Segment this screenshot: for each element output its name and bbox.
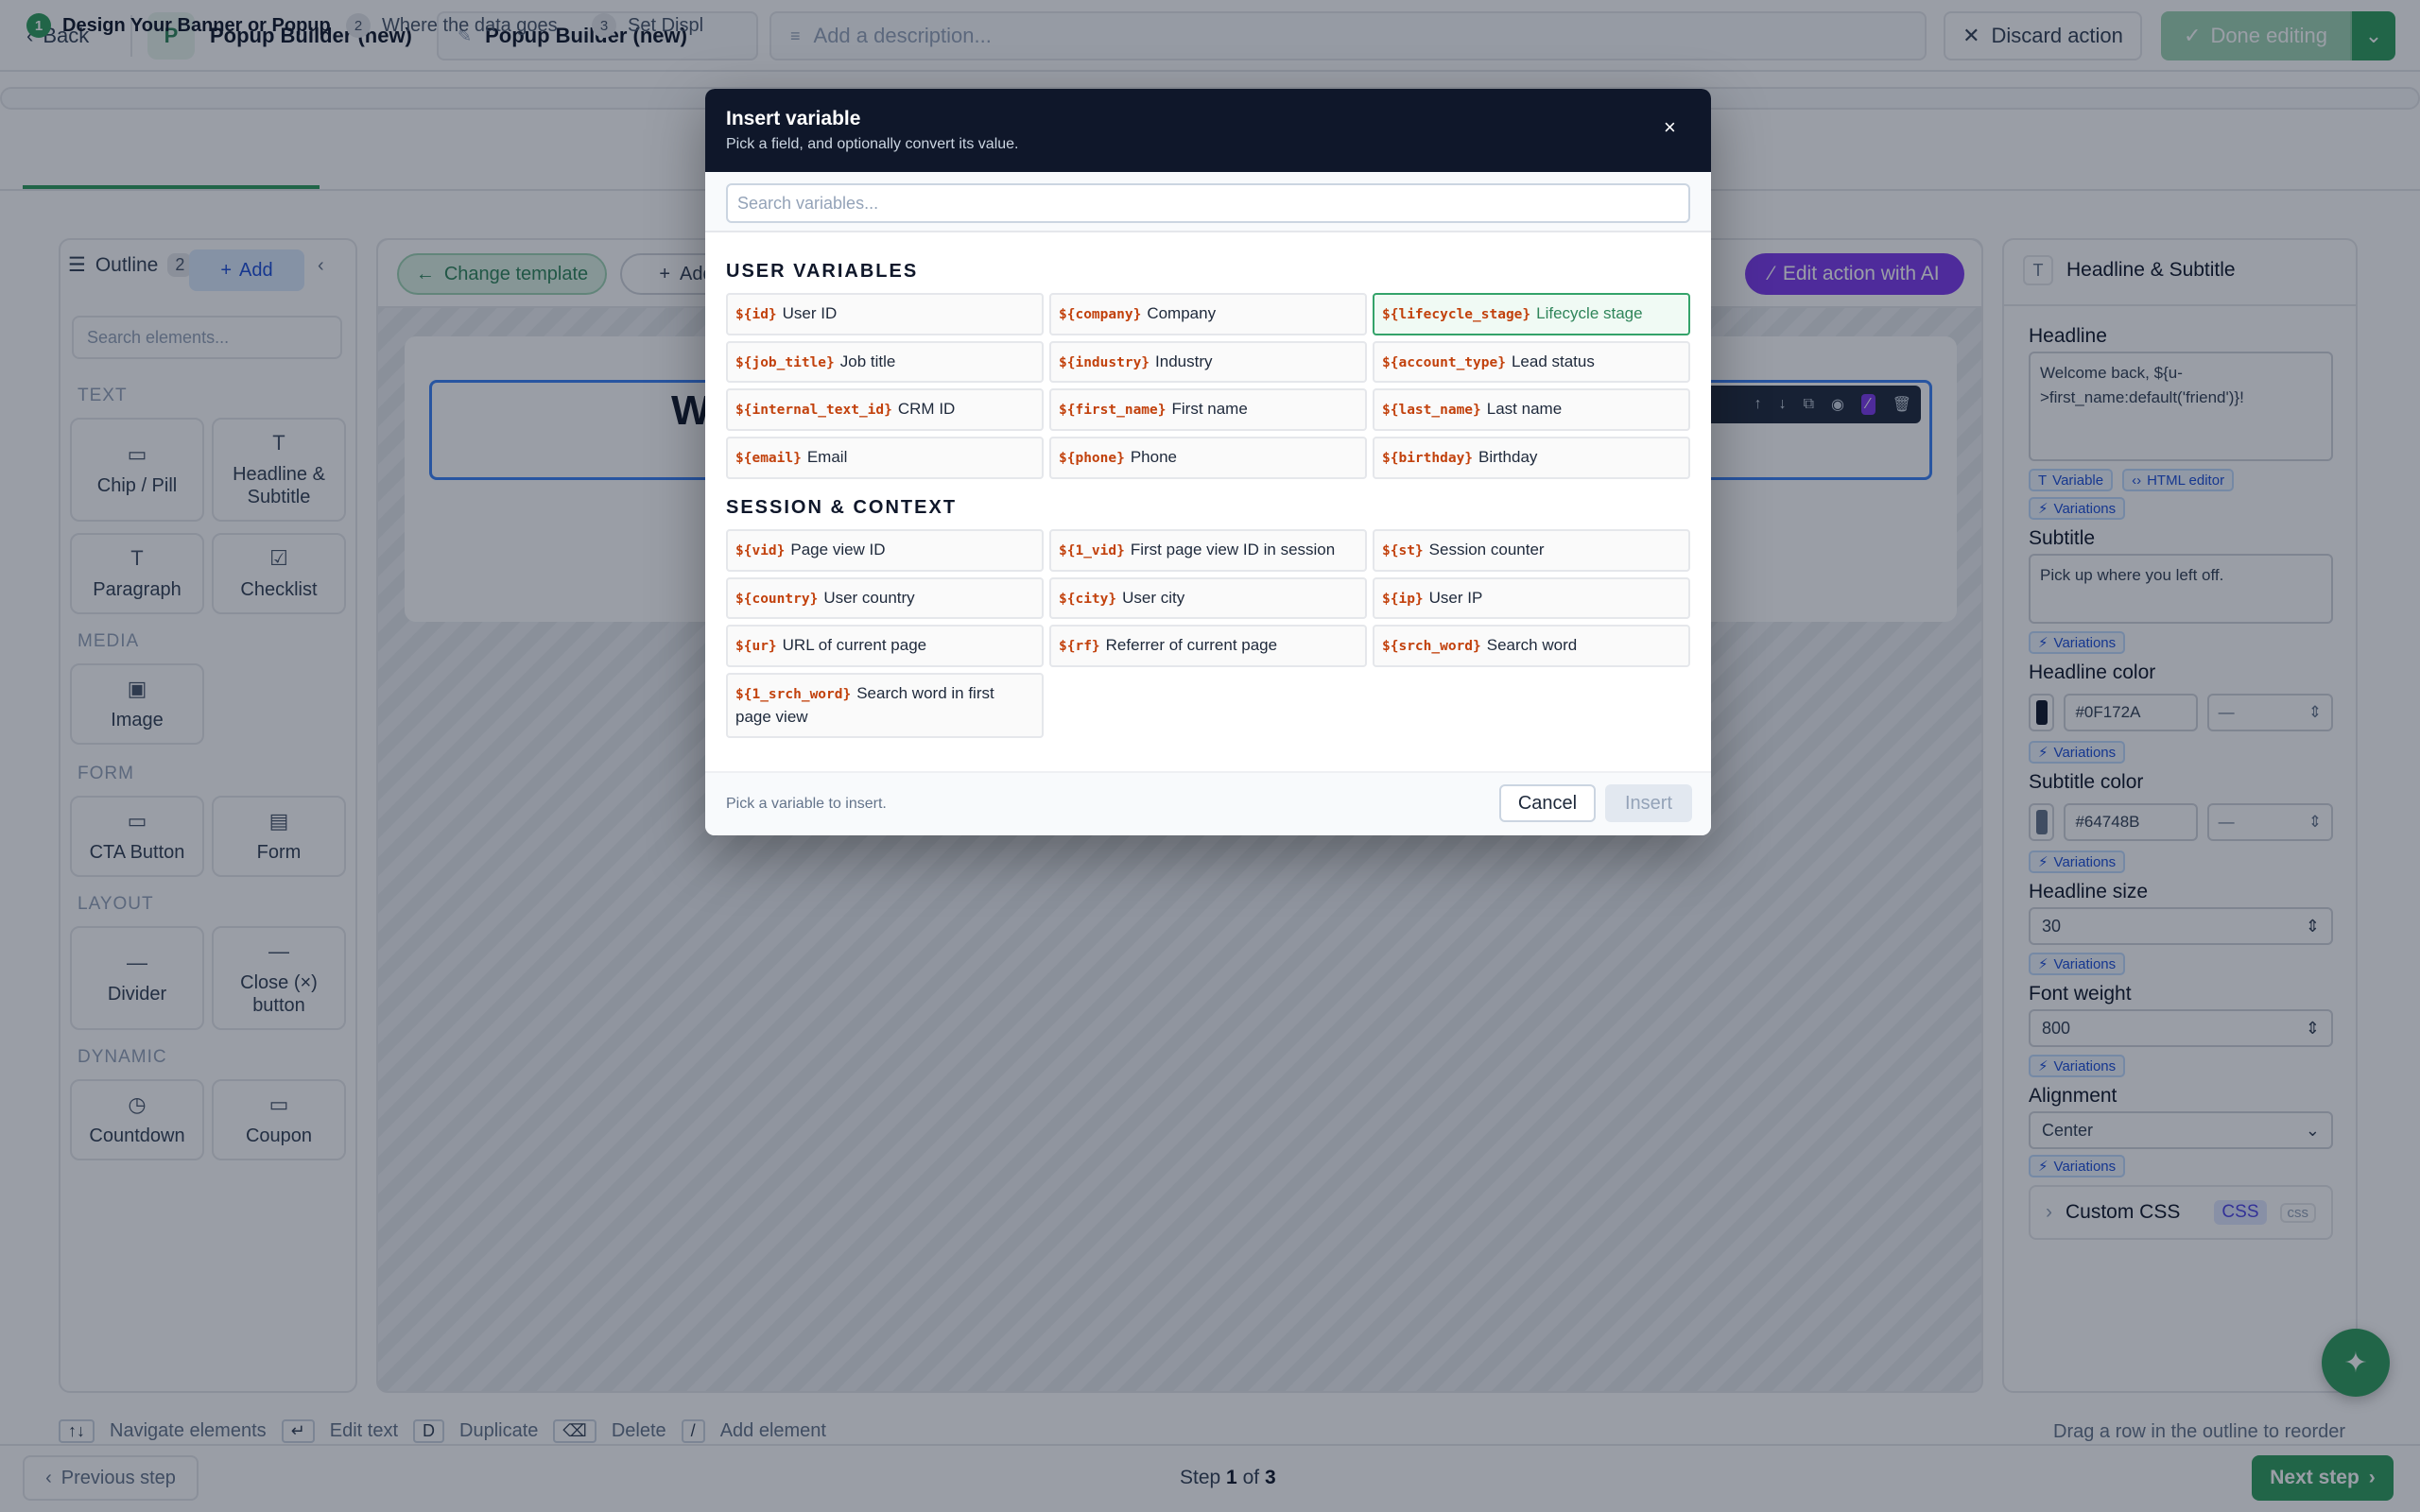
cancel-button[interactable]: Cancel xyxy=(1499,784,1596,822)
variable-token: ${ip} xyxy=(1382,591,1424,607)
variable-token: ${1_vid} xyxy=(1059,543,1125,558)
variable-option[interactable]: ${st} Session counter xyxy=(1373,529,1690,572)
session-variable-grid: ${vid} Page view ID ${1_vid} First page vi… xyxy=(726,529,1694,739)
variable-option[interactable]: ${id} User ID xyxy=(726,293,1044,335)
variable-label: Lead status xyxy=(1511,352,1595,370)
variable-option[interactable]: ${first_name} First name xyxy=(1049,388,1367,431)
variable-label: Company xyxy=(1147,304,1217,322)
variable-label: Referrer of current page xyxy=(1105,636,1278,655)
variable-option[interactable]: ${job_title} Job title xyxy=(726,340,1044,384)
variable-token: ${email} xyxy=(735,450,802,466)
variable-token: ${phone} xyxy=(1059,450,1125,466)
variable-label: Search word xyxy=(1486,636,1578,655)
section-title-user: USER VARIABLES xyxy=(726,261,919,282)
insert-button[interactable]: Insert xyxy=(1605,784,1692,822)
dialog-title: Insert variable xyxy=(726,108,861,129)
variable-label: User city xyxy=(1122,588,1185,607)
variable-option[interactable]: ${birthday} Birthday xyxy=(1373,436,1690,479)
variable-option[interactable]: ${email} Email xyxy=(726,436,1044,479)
insert-variable-dialog: Insert variable Pick a field, and option… xyxy=(705,89,1711,835)
variable-label: Job title xyxy=(839,352,896,370)
variable-label: Lifecycle stage xyxy=(1536,304,1643,322)
close-icon: × xyxy=(1664,115,1676,139)
variable-option[interactable]: ${ur} URL of current page xyxy=(726,625,1044,667)
variable-token: ${rf} xyxy=(1059,639,1100,655)
variable-option[interactable]: ${company} Company xyxy=(1049,293,1367,335)
variable-token: ${job_title} xyxy=(735,354,835,370)
variable-label: Last name xyxy=(1486,400,1563,419)
variable-label: User IP xyxy=(1428,588,1483,607)
variable-label: Page view ID xyxy=(790,541,886,558)
variable-token: ${birthday} xyxy=(1382,450,1474,466)
variable-label: URL of current page xyxy=(782,636,927,655)
variable-label: Session counter xyxy=(1428,541,1545,558)
variable-option[interactable]: ${ip} User IP xyxy=(1373,576,1690,620)
dialog-subtitle: Pick a field, and optionally convert its… xyxy=(726,136,1019,152)
dialog-header xyxy=(705,89,1711,172)
variable-token: ${st} xyxy=(1382,543,1424,558)
user-variable-grid: ${id} User ID ${company} Company ${lifecyc… xyxy=(726,293,1694,479)
variable-label: First name xyxy=(1171,400,1248,419)
variable-option[interactable]: ${1_vid} First page view ID in session xyxy=(1049,529,1367,572)
variable-token: ${srch_word} xyxy=(1382,639,1481,655)
variable-token: ${ur} xyxy=(735,639,777,655)
variable-label: Phone xyxy=(1130,447,1178,466)
variable-option[interactable]: ${country} User country xyxy=(726,576,1044,620)
variable-token: ${lifecycle_stage} xyxy=(1382,307,1531,322)
section-title-session: SESSION & CONTEXT xyxy=(726,497,958,518)
variable-token: ${company} xyxy=(1059,307,1142,322)
variable-token: ${industry} xyxy=(1059,354,1150,370)
variable-token: ${city} xyxy=(1059,591,1117,607)
variable-label: Birthday xyxy=(1478,447,1538,466)
variable-option[interactable]: ${srch_word} Search word xyxy=(1373,625,1690,667)
variable-option-selected[interactable]: ${lifecycle_stage} Lifecycle stage xyxy=(1373,293,1690,335)
variable-option[interactable]: ${account_type} Lead status xyxy=(1373,340,1690,384)
variable-token: ${first_name} xyxy=(1059,403,1167,419)
variable-option[interactable]: ${city} User city xyxy=(1049,576,1367,620)
variable-token: ${last_name} xyxy=(1382,403,1481,419)
variable-token: ${account_type} xyxy=(1382,354,1506,370)
variable-label: First page view ID in session xyxy=(1130,541,1336,558)
variable-option[interactable]: ${internal_text_id} CRM ID xyxy=(726,388,1044,431)
variable-token: ${vid} xyxy=(735,543,786,558)
variable-label: User country xyxy=(823,588,915,607)
variable-option[interactable]: ${vid} Page view ID xyxy=(726,529,1044,572)
variable-token: ${id} xyxy=(735,307,777,322)
close-dialog-button[interactable]: × xyxy=(1664,115,1676,140)
variable-label: User ID xyxy=(782,304,838,322)
variable-token: ${1_srch_word} xyxy=(735,686,852,702)
variable-option[interactable]: ${phone} Phone xyxy=(1049,436,1367,479)
variable-search-input[interactable] xyxy=(726,183,1690,223)
variable-token: ${internal_text_id} xyxy=(735,403,892,419)
variable-option[interactable]: ${rf} Referrer of current page xyxy=(1049,625,1367,667)
variable-option[interactable]: ${industry} Industry xyxy=(1049,340,1367,384)
variable-label: Industry xyxy=(1155,352,1213,370)
variable-token: ${country} xyxy=(735,591,819,607)
variable-label: Email xyxy=(806,447,848,466)
variable-label: CRM ID xyxy=(897,400,956,419)
footer-hint: Pick a variable to insert. xyxy=(726,796,887,812)
variable-option[interactable]: ${1_srch_word} Search word in first page … xyxy=(726,672,1044,739)
variable-option[interactable]: ${last_name} Last name xyxy=(1373,388,1690,431)
